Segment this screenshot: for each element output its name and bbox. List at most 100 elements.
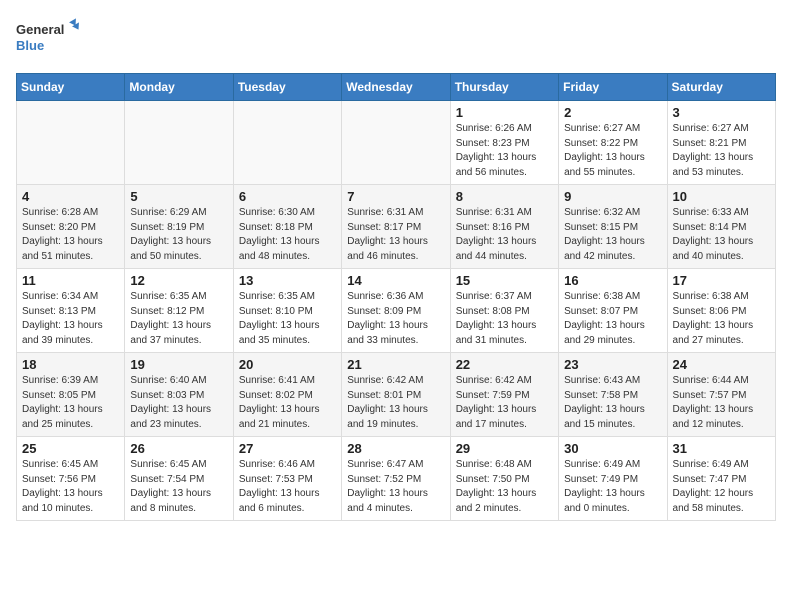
day-info: Sunrise: 6:47 AM Sunset: 7:52 PM Dayligh… [347,458,444,516]
calendar-cell: 15 Sunrise: 6:37 AM Sunset: 8:08 PM Dayli… [450,269,558,353]
header-cell-tuesday: Tuesday [233,74,341,101]
day-number: 1 [456,105,553,120]
calendar-cell: 23 Sunrise: 6:43 AM Sunset: 7:58 PM Dayli… [559,353,667,437]
calendar-week-2: 4 Sunrise: 6:28 AM Sunset: 8:20 PM Daylig… [17,185,776,269]
calendar-cell: 4 Sunrise: 6:28 AM Sunset: 8:20 PM Daylig… [17,185,125,269]
day-number: 24 [673,357,770,372]
calendar-table: SundayMondayTuesdayWednesdayThursdayFrid… [16,73,776,521]
calendar-cell: 1 Sunrise: 6:26 AM Sunset: 8:23 PM Daylig… [450,101,558,185]
logo: General Blue [16,16,86,61]
day-info: Sunrise: 6:36 AM Sunset: 8:09 PM Dayligh… [347,290,444,348]
day-info: Sunrise: 6:37 AM Sunset: 8:08 PM Dayligh… [456,290,553,348]
calendar-cell: 9 Sunrise: 6:32 AM Sunset: 8:15 PM Daylig… [559,185,667,269]
calendar-week-4: 18Sunrise: 6:39 AM Sunset: 8:05 PM Dayli… [17,353,776,437]
day-number: 15 [456,273,553,288]
calendar-cell: 26 Sunrise: 6:45 AM Sunset: 7:54 PM Dayli… [125,437,233,521]
calendar-cell: 31Sunrise: 6:49 AM Sunset: 7:47 PM Dayli… [667,437,775,521]
day-info: Sunrise: 6:44 AM Sunset: 7:57 PM Dayligh… [673,374,770,432]
day-number: 17 [673,273,770,288]
header-cell-sunday: Sunday [17,74,125,101]
day-number: 3 [673,105,770,120]
calendar-cell: 17 Sunrise: 6:38 AM Sunset: 8:06 PM Dayli… [667,269,775,353]
calendar-cell [233,101,341,185]
calendar-cell: 18Sunrise: 6:39 AM Sunset: 8:05 PM Dayli… [17,353,125,437]
calendar-cell: 7Sunrise: 6:31 AM Sunset: 8:17 PM Daylig… [342,185,450,269]
day-info: Sunrise: 6:46 AM Sunset: 7:53 PM Dayligh… [239,458,336,516]
day-info: Sunrise: 6:49 AM Sunset: 7:49 PM Dayligh… [564,458,661,516]
day-number: 9 [564,189,661,204]
day-info: Sunrise: 6:27 AM Sunset: 8:21 PM Dayligh… [673,122,770,180]
calendar-cell: 6 Sunrise: 6:30 AM Sunset: 8:18 PM Daylig… [233,185,341,269]
day-number: 23 [564,357,661,372]
calendar-cell [17,101,125,185]
calendar-week-1: 1 Sunrise: 6:26 AM Sunset: 8:23 PM Daylig… [17,101,776,185]
header-cell-wednesday: Wednesday [342,74,450,101]
calendar-cell: 8 Sunrise: 6:31 AM Sunset: 8:16 PM Daylig… [450,185,558,269]
calendar-cell: 19 Sunrise: 6:40 AM Sunset: 8:03 PM Dayli… [125,353,233,437]
day-number: 7 [347,189,444,204]
header-cell-thursday: Thursday [450,74,558,101]
day-info: Sunrise: 6:38 AM Sunset: 8:07 PM Dayligh… [564,290,661,348]
calendar-week-3: 11 Sunrise: 6:34 AM Sunset: 8:13 PM Dayli… [17,269,776,353]
day-info: Sunrise: 6:45 AM Sunset: 7:54 PM Dayligh… [130,458,227,516]
calendar-cell: 3 Sunrise: 6:27 AM Sunset: 8:21 PM Daylig… [667,101,775,185]
day-info: Sunrise: 6:41 AM Sunset: 8:02 PM Dayligh… [239,374,336,432]
day-number: 28 [347,441,444,456]
day-number: 4 [22,189,119,204]
day-info: Sunrise: 6:49 AM Sunset: 7:47 PM Dayligh… [673,458,770,516]
day-info: Sunrise: 6:42 AM Sunset: 7:59 PM Dayligh… [456,374,553,432]
calendar-cell: 29Sunrise: 6:48 AM Sunset: 7:50 PM Dayli… [450,437,558,521]
day-number: 20 [239,357,336,372]
header-cell-saturday: Saturday [667,74,775,101]
calendar-header-row: SundayMondayTuesdayWednesdayThursdayFrid… [17,74,776,101]
day-number: 5 [130,189,227,204]
day-info: Sunrise: 6:42 AM Sunset: 8:01 PM Dayligh… [347,374,444,432]
day-number: 11 [22,273,119,288]
day-info: Sunrise: 6:32 AM Sunset: 8:15 PM Dayligh… [564,206,661,264]
day-number: 30 [564,441,661,456]
day-number: 6 [239,189,336,204]
day-info: Sunrise: 6:33 AM Sunset: 8:14 PM Dayligh… [673,206,770,264]
svg-text:General: General [16,22,64,37]
day-info: Sunrise: 6:43 AM Sunset: 7:58 PM Dayligh… [564,374,661,432]
day-info: Sunrise: 6:26 AM Sunset: 8:23 PM Dayligh… [456,122,553,180]
header-cell-friday: Friday [559,74,667,101]
calendar-cell: 25 Sunrise: 6:45 AM Sunset: 7:56 PM Dayli… [17,437,125,521]
day-number: 29 [456,441,553,456]
day-number: 21 [347,357,444,372]
day-info: Sunrise: 6:34 AM Sunset: 8:13 PM Dayligh… [22,290,119,348]
day-number: 26 [130,441,227,456]
day-info: Sunrise: 6:40 AM Sunset: 8:03 PM Dayligh… [130,374,227,432]
day-number: 14 [347,273,444,288]
day-info: Sunrise: 6:30 AM Sunset: 8:18 PM Dayligh… [239,206,336,264]
day-info: Sunrise: 6:31 AM Sunset: 8:16 PM Dayligh… [456,206,553,264]
calendar-cell [125,101,233,185]
calendar-cell: 22 Sunrise: 6:42 AM Sunset: 7:59 PM Dayli… [450,353,558,437]
day-number: 2 [564,105,661,120]
day-number: 8 [456,189,553,204]
day-number: 18 [22,357,119,372]
calendar-cell: 21 Sunrise: 6:42 AM Sunset: 8:01 PM Dayli… [342,353,450,437]
calendar-cell: 11 Sunrise: 6:34 AM Sunset: 8:13 PM Dayli… [17,269,125,353]
calendar-cell: 5Sunrise: 6:29 AM Sunset: 8:19 PM Daylig… [125,185,233,269]
calendar-cell [342,101,450,185]
calendar-cell: 12 Sunrise: 6:35 AM Sunset: 8:12 PM Dayli… [125,269,233,353]
calendar-cell: 16 Sunrise: 6:38 AM Sunset: 8:07 PM Dayli… [559,269,667,353]
day-number: 12 [130,273,227,288]
day-number: 16 [564,273,661,288]
day-number: 22 [456,357,553,372]
calendar-cell: 28 Sunrise: 6:47 AM Sunset: 7:52 PM Dayli… [342,437,450,521]
day-number: 25 [22,441,119,456]
day-number: 13 [239,273,336,288]
day-info: Sunrise: 6:45 AM Sunset: 7:56 PM Dayligh… [22,458,119,516]
day-info: Sunrise: 6:27 AM Sunset: 8:22 PM Dayligh… [564,122,661,180]
calendar-cell: 13Sunrise: 6:35 AM Sunset: 8:10 PM Dayli… [233,269,341,353]
day-number: 27 [239,441,336,456]
day-info: Sunrise: 6:35 AM Sunset: 8:12 PM Dayligh… [130,290,227,348]
day-info: Sunrise: 6:38 AM Sunset: 8:06 PM Dayligh… [673,290,770,348]
logo-svg: General Blue [16,16,86,61]
day-info: Sunrise: 6:28 AM Sunset: 8:20 PM Dayligh… [22,206,119,264]
day-number: 19 [130,357,227,372]
calendar-cell: 14 Sunrise: 6:36 AM Sunset: 8:09 PM Dayli… [342,269,450,353]
calendar-cell: 30 Sunrise: 6:49 AM Sunset: 7:49 PM Dayli… [559,437,667,521]
